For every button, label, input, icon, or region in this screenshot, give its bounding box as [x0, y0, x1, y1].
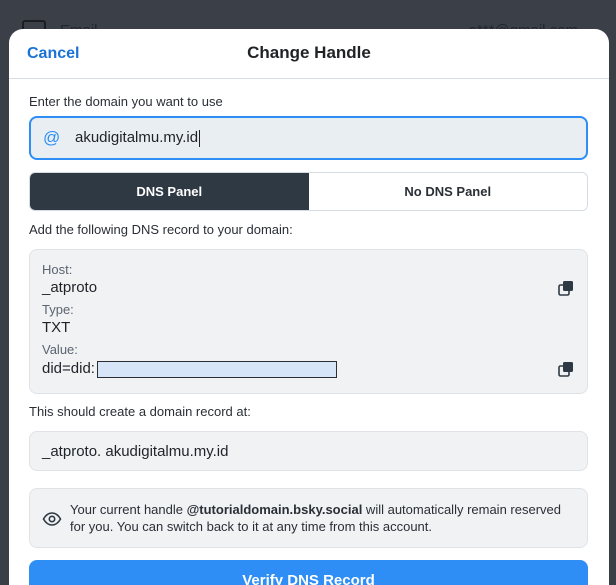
should-create-label: This should create a domain record at:	[29, 404, 251, 419]
current-handle: @tutorialdomain.bsky.social	[186, 502, 363, 517]
text-caret	[199, 129, 201, 147]
record-value: did=did:	[42, 360, 337, 378]
info-text: Your current handle @tutorialdomain.bsky…	[70, 502, 561, 534]
tab-dns-panel[interactable]: DNS Panel	[30, 173, 309, 210]
type-value: TXT	[42, 319, 71, 336]
domain-input[interactable]: @ akudigitalmu.my.id	[29, 116, 588, 160]
dns-record-box: Host: _atproto Type: TXT Value: did=did:	[29, 249, 588, 394]
verify-dns-record-button[interactable]: Verify DNS Record	[29, 560, 588, 585]
domain-label: Enter the domain you want to use	[29, 94, 223, 109]
at-sign-icon: @	[43, 128, 61, 147]
value-label: Value:	[42, 342, 78, 357]
dns-mode-toggle: DNS Panel No DNS Panel	[29, 172, 588, 211]
resulting-record: _atproto. akudigitalmu.my.id	[29, 431, 588, 471]
modal-title: Change Handle	[247, 43, 371, 62]
change-handle-modal: Cancel Change Handle Enter the domain yo…	[9, 29, 609, 585]
host-label: Host:	[42, 262, 73, 277]
info-box: Your current handle @tutorialdomain.bsky…	[29, 488, 588, 548]
domain-input-value[interactable]: akudigitalmu.my.id	[75, 129, 201, 147]
record-value-prefix: did=did:	[42, 360, 95, 377]
tab-no-dns-panel[interactable]: No DNS Panel	[308, 173, 587, 210]
add-record-label: Add the following DNS record to your dom…	[29, 222, 293, 237]
host-value: _atproto	[42, 279, 98, 296]
eye-icon	[42, 512, 62, 526]
modal-header: Cancel Change Handle	[9, 29, 609, 79]
redacted-did	[96, 360, 337, 378]
copy-value-icon[interactable]	[558, 361, 574, 377]
copy-host-icon[interactable]	[558, 280, 574, 296]
type-label: Type:	[42, 302, 74, 317]
